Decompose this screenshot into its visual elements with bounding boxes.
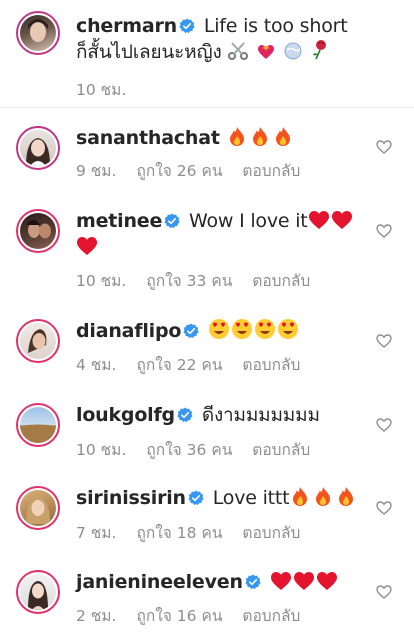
like-heart-icon[interactable] (376, 501, 392, 515)
heart-eyes-icon (278, 319, 299, 339)
like-heart-icon[interactable] (376, 140, 392, 154)
avatar-photo (28, 19, 48, 42)
red-heart-icon (331, 211, 352, 229)
comment-meta: 7 ชม. ถูกใจ 18 คน ตอบกลับ (76, 520, 320, 545)
comment-emojis (226, 127, 295, 149)
like-heart-icon[interactable] (376, 224, 392, 238)
comment-likes-link[interactable]: ถูกใจ 33 คน (146, 272, 232, 290)
comment-username[interactable]: sananthachat (76, 127, 220, 149)
comment-username[interactable]: metinee (76, 210, 162, 232)
comment-text: sirinissirin Love ittt (76, 485, 364, 511)
comment-username[interactable]: janienineeleven (76, 571, 243, 593)
avatar-photo (26, 220, 51, 239)
comment-time: 2 ชม. (76, 607, 117, 625)
comment-likes-link[interactable]: ถูกใจ 26 คน (136, 162, 222, 180)
red-heart-icon (77, 237, 97, 255)
comment-username[interactable]: loukgolfg (76, 404, 175, 426)
avatar[interactable] (16, 403, 60, 447)
fire-icon (293, 487, 308, 506)
comment-body: Wow I love it (189, 210, 308, 232)
reply-button[interactable]: ตอบกลับ (252, 272, 310, 290)
comment-meta: 10 ชม. ถูกใจ 36 คน ตอบกลับ (76, 437, 330, 462)
red-heart-icon (270, 572, 291, 590)
verified-badge-icon (188, 490, 204, 506)
avatar-photo (28, 581, 48, 610)
caption-username[interactable]: chermarn (76, 15, 177, 37)
like-heart-icon[interactable] (376, 418, 392, 432)
comment-time: 10 ชม. (76, 272, 127, 290)
verified-badge-icon (179, 18, 195, 34)
comment-meta: 9 ชม. ถูกใจ 26 คน ตอบกลับ (76, 158, 320, 183)
scissors-icon (228, 42, 249, 60)
reply-button[interactable]: ตอบกลับ (242, 524, 300, 542)
comment-emojis (270, 571, 339, 593)
post-caption: chermarn Life is too short ก็สั้นไปเลยนะ… (0, 0, 414, 108)
heart-eyes-icon (255, 319, 276, 339)
fire-icon (339, 487, 354, 506)
avatar[interactable] (16, 11, 60, 55)
comment-meta: 2 ชม. ถูกใจ 16 คน ตอบกลับ (76, 603, 320, 628)
verified-badge-icon (183, 323, 199, 339)
rose-icon (312, 40, 326, 60)
avatar[interactable] (16, 486, 60, 530)
comment-text: sananthachat (76, 125, 364, 151)
heart-eyes-icon (209, 319, 230, 339)
heart-eyes-icon (232, 319, 253, 339)
heart-on-fire-icon (258, 45, 275, 59)
avatar[interactable] (16, 570, 60, 614)
avatar-photo (26, 497, 50, 524)
comment-time: 9 ชม. (76, 162, 117, 180)
comment-likes-link[interactable]: ถูกใจ 36 คน (146, 441, 232, 459)
verified-badge-icon (245, 574, 261, 590)
fire-icon (229, 127, 244, 146)
globe-icon (284, 42, 302, 60)
comment-time: 10 ชม. (76, 441, 127, 459)
comment-likes-link[interactable]: ถูกใจ 18 คน (136, 524, 222, 542)
comment-meta: 10 ชม. ถูกใจ 33 คน ตอบกลับ (76, 268, 330, 293)
avatar[interactable] (16, 209, 60, 253)
caption-emojis (227, 40, 331, 63)
red-heart-icon (293, 572, 314, 590)
like-heart-icon[interactable] (376, 585, 392, 599)
reply-button[interactable]: ตอบกลับ (242, 162, 300, 180)
comment-emojis (289, 487, 358, 509)
comment-text: janienineeleven (76, 569, 364, 595)
verified-badge-icon (164, 213, 180, 229)
comment-text: metinee Wow I love it (76, 208, 364, 260)
like-heart-icon[interactable] (376, 334, 392, 348)
caption-time: 10 ชม. (76, 81, 127, 99)
caption-meta: 10 ชม. (76, 77, 146, 102)
avatar-photo (20, 424, 56, 443)
verified-badge-icon (177, 407, 193, 423)
comment-text: loukgolfg ดีงามมมมมมม (76, 402, 364, 428)
avatar-photo (26, 138, 50, 166)
comment-emojis (208, 319, 300, 342)
red-heart-icon (316, 572, 337, 590)
comment-likes-link[interactable]: ถูกใจ 22 คน (136, 356, 222, 374)
comment-meta: 4 ชม. ถูกใจ 22 คน ตอบกลับ (76, 352, 320, 377)
avatar[interactable] (16, 126, 60, 170)
reply-button[interactable]: ตอบกลับ (242, 607, 300, 625)
comment-body: ดีงามมมมมมม (201, 404, 320, 426)
comment-likes-link[interactable]: ถูกใจ 16 คน (136, 607, 222, 625)
reply-button[interactable]: ตอบกลับ (252, 441, 310, 459)
fire-icon (275, 127, 290, 146)
comment-text: dianaflipo (76, 318, 364, 344)
reply-button[interactable]: ตอบกลับ (242, 356, 300, 374)
fire-icon (252, 127, 267, 146)
comment-time: 7 ชม. (76, 524, 117, 542)
avatar-photo (28, 329, 47, 353)
comment-body: Love ittt (212, 487, 290, 509)
fire-icon (316, 487, 331, 506)
comment-time: 4 ชม. (76, 356, 117, 374)
avatar[interactable] (16, 319, 60, 363)
comment-username[interactable]: sirinissirin (76, 487, 186, 509)
comment-username[interactable]: dianaflipo (76, 320, 181, 342)
caption-text: chermarn Life is too short ก็สั้นไปเลยนะ… (76, 13, 364, 65)
red-heart-icon (308, 211, 329, 229)
